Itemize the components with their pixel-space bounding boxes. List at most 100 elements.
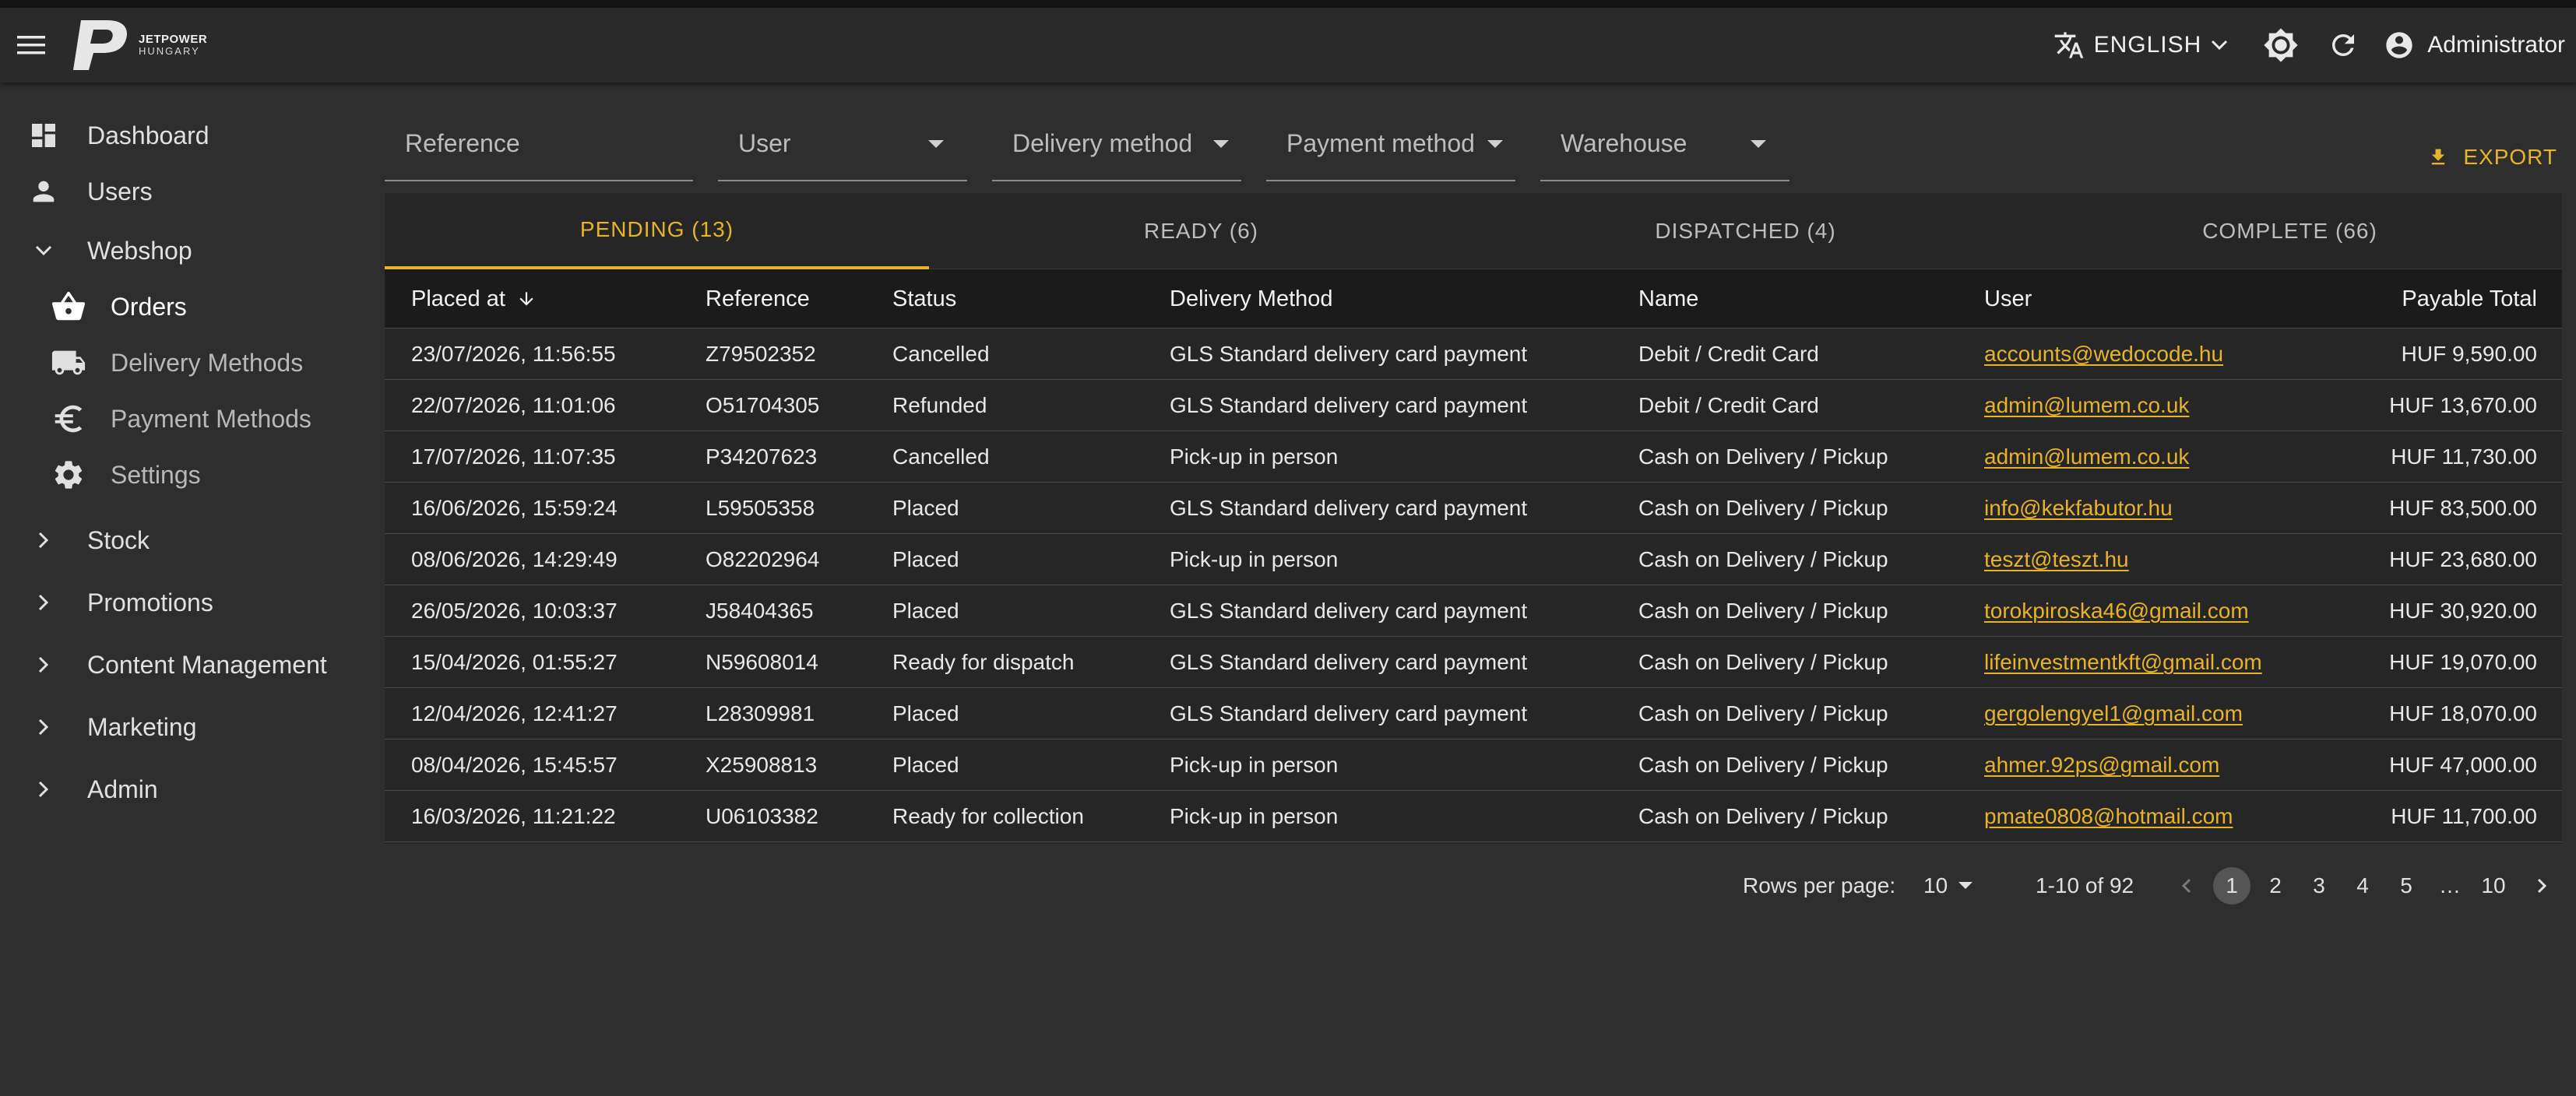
cell-reference: O51704305 xyxy=(706,393,820,417)
user-email-link[interactable]: admin@lumem.co.uk xyxy=(1984,393,2189,418)
orders-panel: PENDING (13) READY (6) DISPATCHED (4) CO… xyxy=(385,193,2562,844)
sidebar-item-promotions[interactable]: Promotions xyxy=(23,582,213,623)
sidebar-item-dashboard[interactable]: Dashboard xyxy=(23,115,209,156)
sidebar-item-delivery-methods[interactable]: Delivery Methods xyxy=(48,342,303,383)
column-status[interactable]: Status xyxy=(892,269,956,328)
cell-status: Cancelled xyxy=(892,444,990,469)
table-body: 23/07/2026, 11:56:55 Z79502352 Cancelled GL… xyxy=(385,328,2562,842)
sidebar-item-payment-methods[interactable]: Payment Methods xyxy=(48,399,311,439)
language-selector[interactable]: ENGLISH xyxy=(2053,30,2229,61)
table-row[interactable]: 15/04/2026, 01:55:27 N59608014 Ready for d… xyxy=(385,637,2562,688)
previous-page-button[interactable] xyxy=(2180,864,2193,908)
column-delivery-method[interactable]: Delivery Method xyxy=(1170,269,1333,328)
page-number-button[interactable]: 4 xyxy=(2344,867,2381,905)
page-number-button[interactable]: 3 xyxy=(2300,867,2338,905)
cell-name: Cash on Delivery / Pickup xyxy=(1638,804,1888,828)
sidebar-item-label: Orders xyxy=(111,292,187,321)
table-row[interactable]: 08/06/2026, 14:29:49 O82202964 Placed Pick-… xyxy=(385,534,2562,585)
page-number-button[interactable]: 2 xyxy=(2257,867,2294,905)
page-number-button[interactable]: 10 xyxy=(2475,867,2512,905)
table-row[interactable]: 16/03/2026, 11:21:22 U06103382 Ready for c… xyxy=(385,791,2562,842)
sidebar-item-admin[interactable]: Admin xyxy=(23,769,158,810)
page-number-button[interactable]: 5 xyxy=(2388,867,2425,905)
status-tabs: PENDING (13) READY (6) DISPATCHED (4) CO… xyxy=(385,193,2562,269)
cell-placed-at: 08/06/2026, 14:29:49 xyxy=(411,547,618,571)
rows-per-page-select[interactable]: 10 xyxy=(1923,864,1973,908)
table-row[interactable]: 08/04/2026, 15:45:57 X25908813 Placed Pick-… xyxy=(385,739,2562,791)
user-email-link[interactable]: lifeinvestmentkft@gmail.com xyxy=(1984,650,2262,675)
sidebar-item-content-management[interactable]: Content Management xyxy=(23,645,327,685)
payment-method-filter-select[interactable]: Payment method xyxy=(1266,109,1515,181)
user-email-link[interactable]: pmate0808@hotmail.com xyxy=(1984,804,2233,829)
reference-filter-input[interactable]: Reference xyxy=(385,109,693,181)
tab-ready[interactable]: READY (6) xyxy=(929,193,1473,269)
column-user[interactable]: User xyxy=(1984,269,2032,328)
cell-reference: N59608014 xyxy=(706,650,818,674)
tab-pending[interactable]: PENDING (13) xyxy=(385,193,929,269)
sidebar-item-label: Marketing xyxy=(87,712,197,741)
user-email-link[interactable]: gergolengyel1@gmail.com xyxy=(1984,701,2243,726)
cell-payable-total: HUF 19,070.00 xyxy=(2389,650,2537,674)
sidebar-item-webshop[interactable]: Webshop xyxy=(23,230,192,271)
user-email-link[interactable]: info@kekfabutor.hu xyxy=(1984,496,2173,521)
table-row[interactable]: 17/07/2026, 11:07:35 P34207623 Cancelled Pi… xyxy=(385,431,2562,483)
language-label: ENGLISH xyxy=(2093,32,2202,58)
user-email-link[interactable]: teszt@teszt.hu xyxy=(1984,547,2129,572)
cell-status: Placed xyxy=(892,599,959,623)
user-email-link[interactable]: torokpiroska46@gmail.com xyxy=(1984,599,2249,624)
cell-status: Ready for dispatch xyxy=(892,650,1075,674)
user-email-link[interactable]: ahmer.92ps@gmail.com xyxy=(1984,753,2219,778)
table-row[interactable]: 12/04/2026, 12:41:27 L28309981 Placed GLS S… xyxy=(385,688,2562,739)
export-button[interactable]: EXPORT xyxy=(2427,145,2557,170)
user-email-link[interactable]: accounts@wedocode.hu xyxy=(1984,342,2223,367)
sidebar-item-orders[interactable]: Orders xyxy=(48,286,187,327)
cell-placed-at: 23/07/2026, 11:56:55 xyxy=(411,342,616,366)
user-name: Administrator xyxy=(2427,32,2565,58)
cell-payable-total: HUF 23,680.00 xyxy=(2389,547,2537,571)
refresh-icon xyxy=(2332,34,2355,56)
tab-complete[interactable]: COMPLETE (66) xyxy=(2018,193,2562,269)
column-placed-at[interactable]: Placed at xyxy=(411,269,537,328)
sidebar-item-marketing[interactable]: Marketing xyxy=(23,707,197,747)
cell-status: Placed xyxy=(892,547,959,571)
company-logo[interactable]: JETPOWER HUNGARY xyxy=(67,17,207,73)
sidebar-item-users[interactable]: Users xyxy=(23,171,153,212)
warehouse-filter-select[interactable]: Warehouse xyxy=(1540,109,1789,181)
cell-payable-total: HUF 18,070.00 xyxy=(2389,701,2537,725)
user-email-link[interactable]: admin@lumem.co.uk xyxy=(1984,444,2189,469)
cell-delivery-method: GLS Standard delivery card payment xyxy=(1170,650,1528,674)
column-name[interactable]: Name xyxy=(1638,269,1698,328)
table-row[interactable]: 26/05/2026, 10:03:37 J58404365 Placed GLS S… xyxy=(385,585,2562,637)
download-icon xyxy=(2432,149,2445,165)
next-page-button[interactable] xyxy=(2536,864,2548,908)
cell-user: accounts@wedocode.hu xyxy=(1984,328,2223,380)
sidebar-item-stock[interactable]: Stock xyxy=(23,520,150,560)
sidebar-item-settings[interactable]: Settings xyxy=(48,455,201,495)
column-payable-total[interactable]: Payable Total xyxy=(2402,269,2537,328)
cell-name: Cash on Delivery / Pickup xyxy=(1638,547,1888,571)
cell-user: pmate0808@hotmail.com xyxy=(1984,791,2233,842)
theme-toggle-button[interactable] xyxy=(2259,23,2303,67)
cell-reference: X25908813 xyxy=(706,753,818,777)
table-row[interactable]: 16/06/2026, 15:59:24 L59505358 Placed GLS S… xyxy=(385,483,2562,534)
user-filter-select[interactable]: User xyxy=(718,109,967,181)
refresh-button[interactable] xyxy=(2321,23,2365,67)
basket-icon xyxy=(48,286,89,327)
chevron-down-icon xyxy=(2212,40,2228,51)
account-circle-icon xyxy=(2386,32,2412,58)
table-row[interactable]: 23/07/2026, 11:56:55 Z79502352 Cancelled GL… xyxy=(385,328,2562,380)
cell-placed-at: 17/07/2026, 11:07:35 xyxy=(411,444,616,469)
cell-reference: Z79502352 xyxy=(706,342,816,366)
column-label: Placed at xyxy=(411,286,505,311)
cell-user: admin@lumem.co.uk xyxy=(1984,380,2189,431)
menu-icon[interactable] xyxy=(16,30,47,61)
dropdown-arrow-icon xyxy=(928,140,944,148)
delivery-method-filter-select[interactable]: Delivery method xyxy=(992,109,1241,181)
user-menu[interactable]: Administrator xyxy=(2384,30,2565,61)
table-row[interactable]: 22/07/2026, 11:01:06 O51704305 Refunded GLS… xyxy=(385,380,2562,431)
tab-dispatched[interactable]: DISPATCHED (4) xyxy=(1473,193,2018,269)
cell-payable-total: HUF 30,920.00 xyxy=(2389,599,2537,623)
cell-reference: O82202964 xyxy=(706,547,820,571)
page-number-button[interactable]: 1 xyxy=(2213,867,2250,905)
column-reference[interactable]: Reference xyxy=(706,269,810,328)
